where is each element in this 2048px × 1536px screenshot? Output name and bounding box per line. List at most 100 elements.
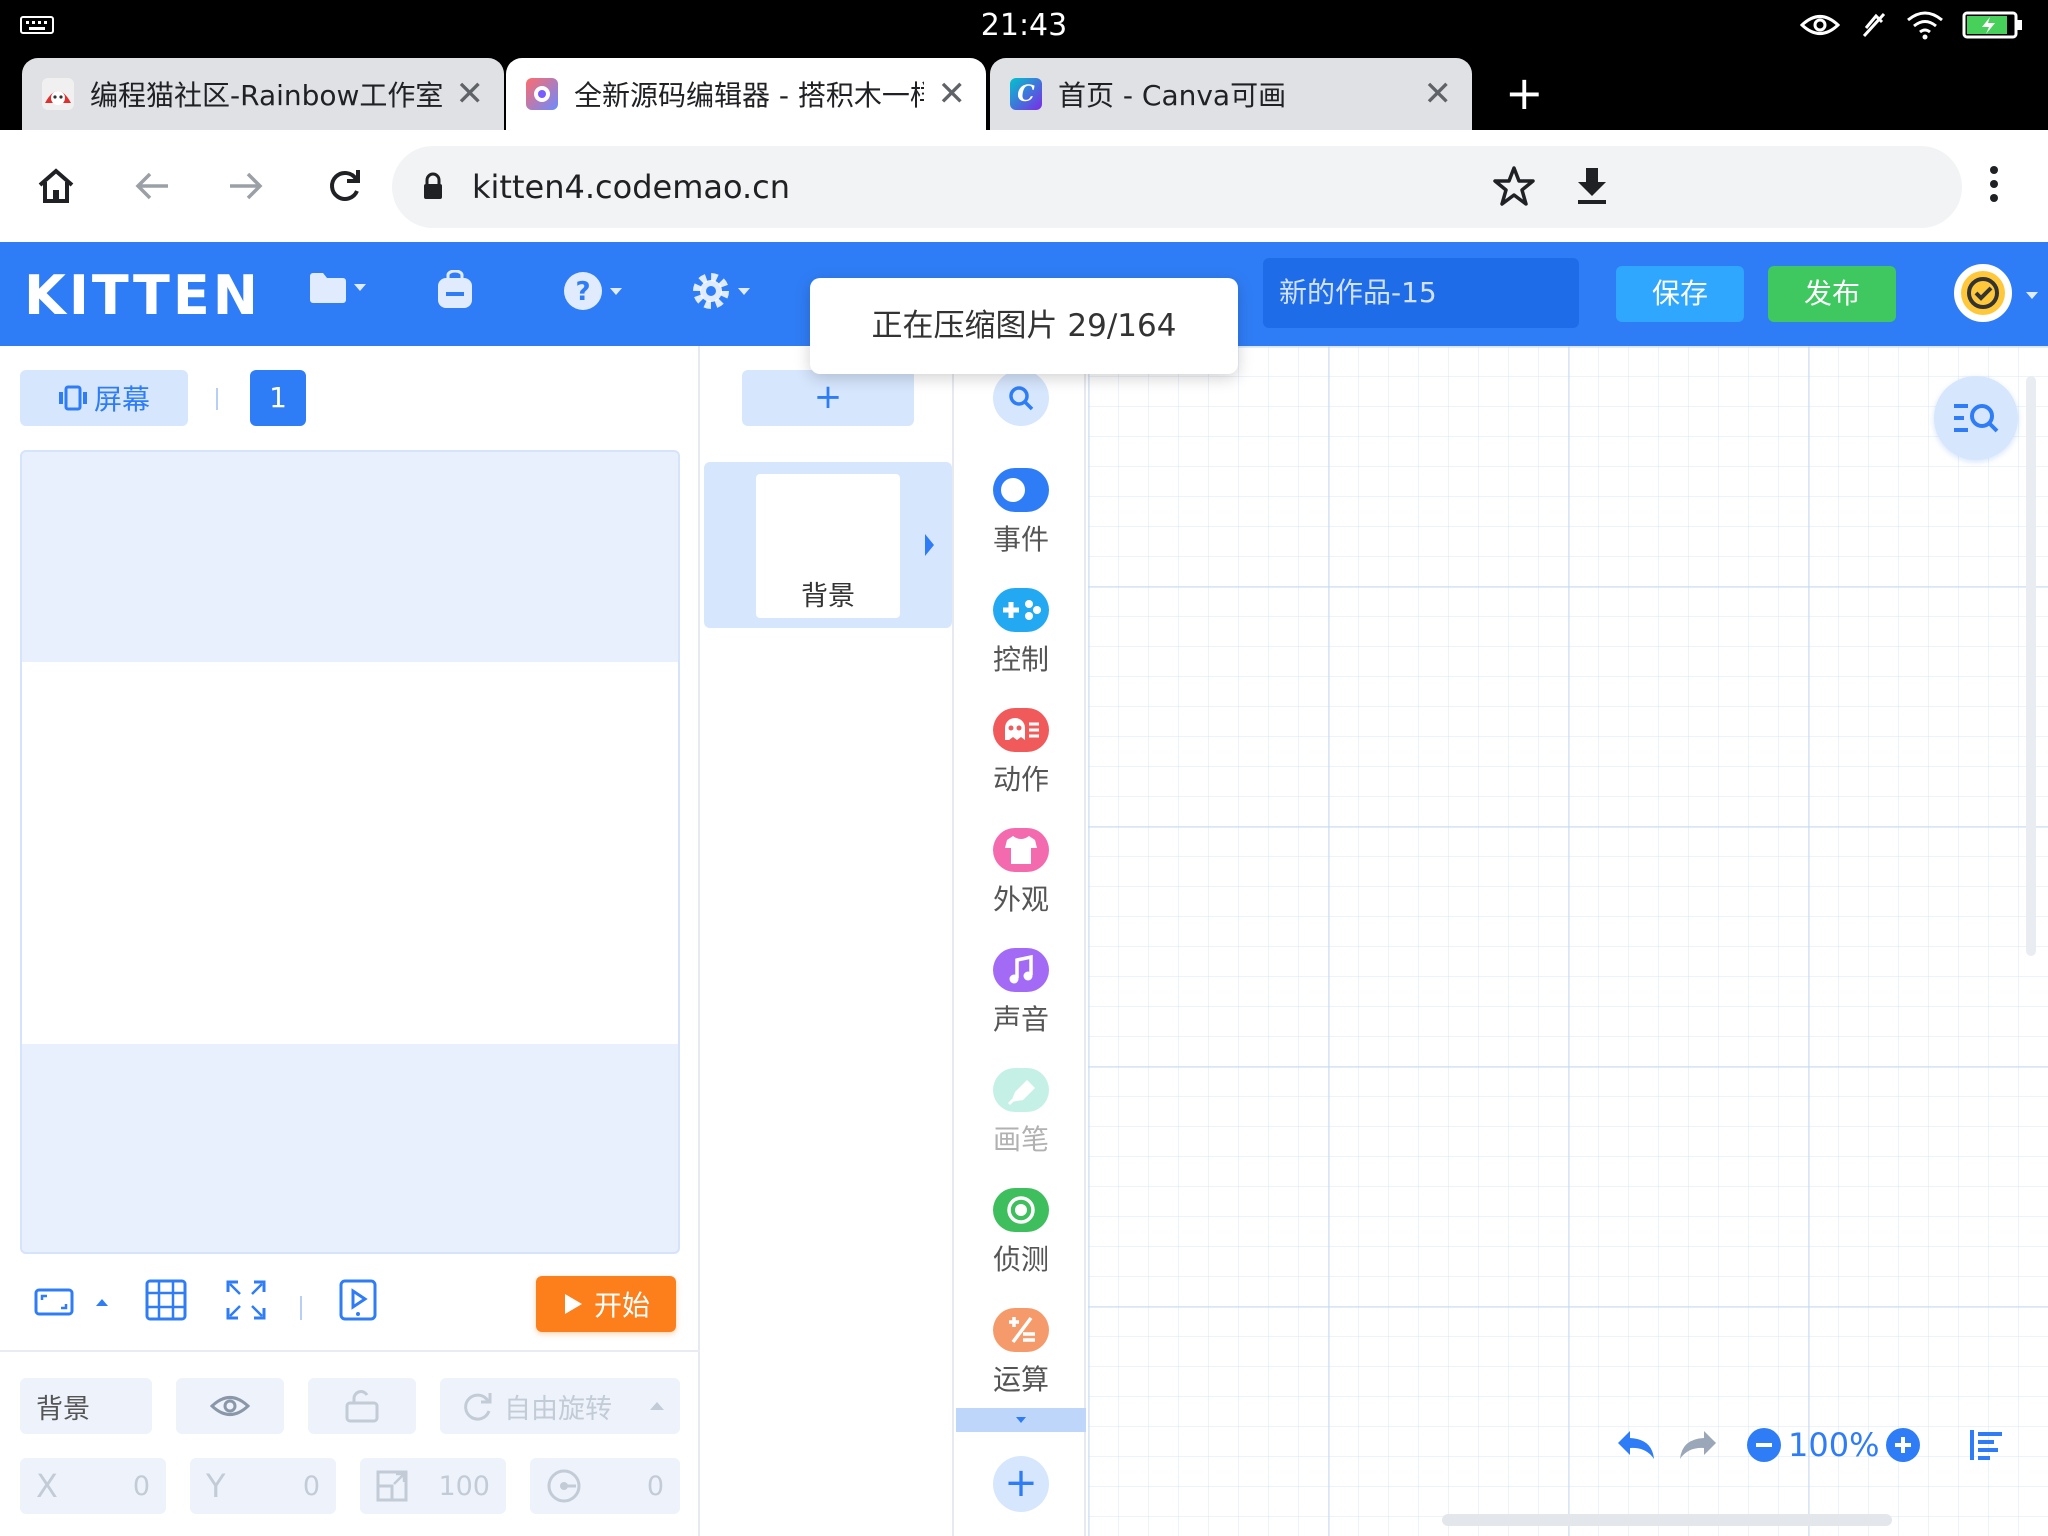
- start-label: 开始: [593, 1289, 650, 1322]
- category-operators[interactable]: 运算: [956, 1308, 1086, 1398]
- y-position-field[interactable]: Y 0: [190, 1458, 336, 1514]
- tab-title: 首页 - Canva可画: [1058, 79, 1287, 112]
- close-tab-icon[interactable]: ✕: [1424, 74, 1453, 114]
- category-label: 事件: [992, 523, 1049, 556]
- category-sound[interactable]: 声音: [956, 948, 1086, 1038]
- category-pen[interactable]: 画笔: [956, 1068, 1086, 1158]
- save-button[interactable]: 保存: [1616, 266, 1744, 322]
- block-search-button[interactable]: [993, 370, 1049, 426]
- project-name-input[interactable]: 新的作品-15: [1263, 258, 1579, 328]
- redo-icon[interactable]: [1676, 1427, 1720, 1463]
- canva-icon: C: [1010, 78, 1042, 110]
- url-text[interactable]: kitten4.codemao.cn: [472, 168, 790, 206]
- shirt-icon: [993, 828, 1049, 872]
- category-label: 外观: [992, 883, 1049, 916]
- chevron-down-icon[interactable]: [2026, 292, 2038, 299]
- sprite-list-panel: + 背景: [702, 346, 954, 1536]
- rotation-mode-select[interactable]: 自由旋转: [440, 1378, 680, 1434]
- gear-icon: [693, 273, 729, 309]
- user-avatar-icon: [1961, 271, 2005, 315]
- fullscreen-icon[interactable]: [224, 1278, 268, 1322]
- kitten-editor-icon: [526, 78, 558, 110]
- align-blocks-icon[interactable]: [1969, 1428, 2005, 1462]
- size-value: 100: [438, 1470, 490, 1502]
- direction-field[interactable]: 0: [530, 1458, 680, 1514]
- screen-number-button[interactable]: 1: [250, 370, 306, 426]
- chevron-down-icon: [354, 283, 366, 291]
- help-icon: ?: [564, 272, 602, 310]
- tab-kitten-editor[interactable]: 全新源码编辑器 - 搭积木一样 ✕: [506, 58, 986, 130]
- back-button[interactable]: [124, 158, 180, 214]
- download-icon[interactable]: [1572, 164, 1612, 208]
- arrow-right-icon: [230, 172, 263, 200]
- settings-menu-button[interactable]: [690, 270, 750, 312]
- category-events[interactable]: 事件: [956, 468, 1086, 558]
- undo-icon[interactable]: [1614, 1427, 1658, 1463]
- new-tab-button[interactable]: +: [1505, 70, 1544, 116]
- x-label: X: [36, 1467, 58, 1505]
- more-categories-button[interactable]: [956, 1408, 1086, 1432]
- category-control[interactable]: 控制: [956, 588, 1086, 678]
- close-tab-icon[interactable]: ✕: [938, 74, 967, 114]
- horizontal-scrollbar[interactable]: [1442, 1514, 1892, 1526]
- zoom-out-icon[interactable]: [1746, 1427, 1782, 1463]
- category-motion[interactable]: 动作: [956, 708, 1086, 798]
- y-value: 0: [302, 1470, 320, 1502]
- screen-button[interactable]: 屏幕: [20, 370, 188, 426]
- workspace-search-button[interactable]: [1934, 376, 2018, 460]
- play-preview-icon[interactable]: [338, 1278, 378, 1322]
- battery-icon: [1962, 11, 2022, 39]
- help-menu-button[interactable]: ?: [562, 270, 622, 312]
- category-label: 控制: [992, 643, 1049, 676]
- stage-canvas[interactable]: [22, 662, 678, 1044]
- resize-icon: [376, 1470, 408, 1502]
- tab-codemao-community[interactable]: 编程猫社区-Rainbow工作室- ✕: [22, 58, 504, 130]
- stage-preview[interactable]: [20, 450, 680, 1254]
- close-tab-icon[interactable]: ✕: [456, 74, 485, 114]
- add-sprite-button[interactable]: +: [742, 370, 914, 426]
- category-sensing[interactable]: 侦测: [956, 1188, 1086, 1278]
- size-field[interactable]: 100: [360, 1458, 506, 1514]
- publish-button[interactable]: 发布: [1768, 266, 1896, 322]
- caret-up-icon[interactable]: [94, 1296, 110, 1308]
- forward-button[interactable]: [218, 158, 274, 214]
- bookmark-star-icon[interactable]: [1492, 164, 1536, 208]
- zoom-in-icon[interactable]: [1885, 1427, 1921, 1463]
- code-workspace[interactable]: 100%: [1088, 346, 2048, 1536]
- avatar[interactable]: [1954, 264, 2012, 322]
- reload-icon: [330, 170, 360, 201]
- vertical-scrollbar[interactable]: [2026, 376, 2036, 956]
- sprite-name-field[interactable]: 背景: [20, 1378, 152, 1434]
- aspect-ratio-icon[interactable]: [34, 1288, 74, 1316]
- search-icon: [1009, 386, 1034, 411]
- folder-icon: [310, 273, 346, 303]
- reload-button[interactable]: [316, 158, 372, 214]
- x-position-field[interactable]: X 0: [20, 1458, 166, 1514]
- category-label: 声音: [992, 1003, 1049, 1036]
- category-looks[interactable]: 外观: [956, 828, 1086, 918]
- target-icon: [993, 1188, 1049, 1232]
- grid-icon[interactable]: [144, 1278, 188, 1322]
- rotate-icon: [464, 1393, 492, 1421]
- home-button[interactable]: [28, 158, 84, 214]
- music-note-icon: [993, 948, 1049, 992]
- block-category-panel: 事件 控制 动作 外观 声音 画笔 侦测 运算 +: [956, 346, 1086, 1536]
- tab-canva[interactable]: C 首页 - Canva可画 ✕: [990, 58, 1472, 130]
- visibility-toggle[interactable]: [176, 1378, 284, 1434]
- address-bar[interactable]: kitten4.codemao.cn: [392, 146, 1962, 228]
- backpack-icon: [438, 270, 472, 308]
- chevron-down-icon: [610, 287, 622, 295]
- unlock-icon: [345, 1390, 379, 1423]
- divider: [300, 1296, 302, 1320]
- start-button[interactable]: 开始: [536, 1276, 676, 1332]
- file-menu-button[interactable]: [308, 270, 366, 304]
- add-extension-button[interactable]: +: [993, 1456, 1049, 1512]
- sprite-item-background[interactable]: 背景: [704, 462, 952, 628]
- sprite-name: 背景: [801, 581, 855, 612]
- backpack-button[interactable]: [434, 270, 476, 310]
- caret-right-icon[interactable]: [925, 534, 934, 556]
- browser-toolbar: kitten4.codemao.cn: [0, 130, 2048, 242]
- lock-toggle[interactable]: [308, 1378, 416, 1434]
- gamepad-icon: [993, 588, 1049, 632]
- more-vert-icon[interactable]: [1986, 164, 2002, 204]
